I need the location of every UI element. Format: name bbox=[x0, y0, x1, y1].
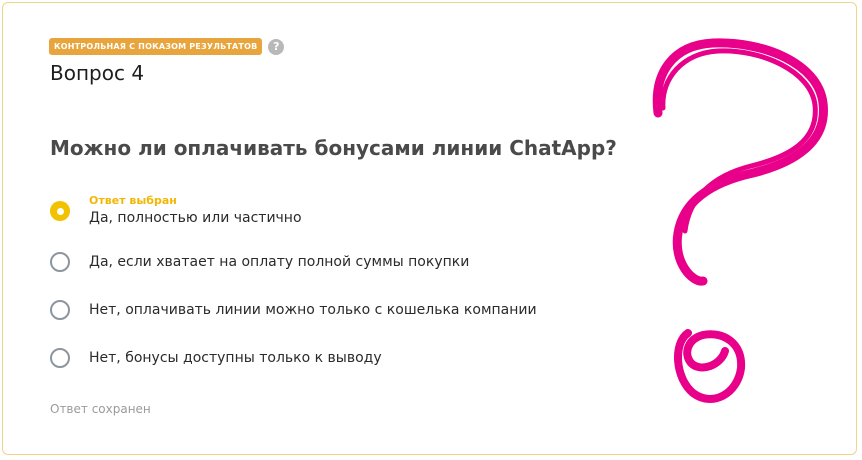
answer-option-3[interactable]: Нет, оплачивать линии можно только с кош… bbox=[50, 300, 537, 320]
radio-icon[interactable] bbox=[50, 348, 70, 368]
answer-option-label: Да, полностью или частично bbox=[89, 210, 302, 226]
radio-icon[interactable] bbox=[50, 300, 70, 320]
help-icon[interactable]: ? bbox=[268, 38, 285, 55]
answer-option-2[interactable]: Да, если хватает на оплату полной суммы … bbox=[50, 252, 469, 272]
test-type-badge: КОНТРОЛЬНАЯ С ПОКАЗОМ РЕЗУЛЬТАТОВ bbox=[49, 38, 263, 55]
radio-selected-icon[interactable] bbox=[50, 201, 70, 221]
answer-selected-label: Ответ выбран bbox=[89, 194, 177, 207]
selected-option-content: Ответ выбран Да, полностью или частично bbox=[89, 194, 302, 228]
question-number: Вопрос 4 bbox=[50, 61, 145, 85]
question-title: Можно ли оплачивать бонусами линии ChatA… bbox=[50, 136, 617, 160]
answer-option-label: Нет, оплачивать линии можно только с кош… bbox=[89, 302, 537, 318]
answer-option-label: Нет, бонусы доступны только к выводу bbox=[89, 350, 382, 366]
answer-option-4[interactable]: Нет, бонусы доступны только к выводу bbox=[50, 348, 382, 368]
answer-option-1[interactable]: Ответ выбран Да, полностью или частично bbox=[50, 194, 302, 228]
radio-icon[interactable] bbox=[50, 252, 70, 272]
answer-option-label: Да, если хватает на оплату полной суммы … bbox=[89, 254, 470, 270]
radio-dot bbox=[56, 207, 64, 215]
badge-row: КОНТРОЛЬНАЯ С ПОКАЗОМ РЕЗУЛЬТАТОВ ? bbox=[49, 38, 285, 55]
question-card: КОНТРОЛЬНАЯ С ПОКАЗОМ РЕЗУЛЬТАТОВ ? Вопр… bbox=[2, 2, 857, 455]
answer-saved-status: Ответ сохранен bbox=[50, 402, 151, 416]
question-mark-doodle-icon bbox=[652, 38, 828, 403]
